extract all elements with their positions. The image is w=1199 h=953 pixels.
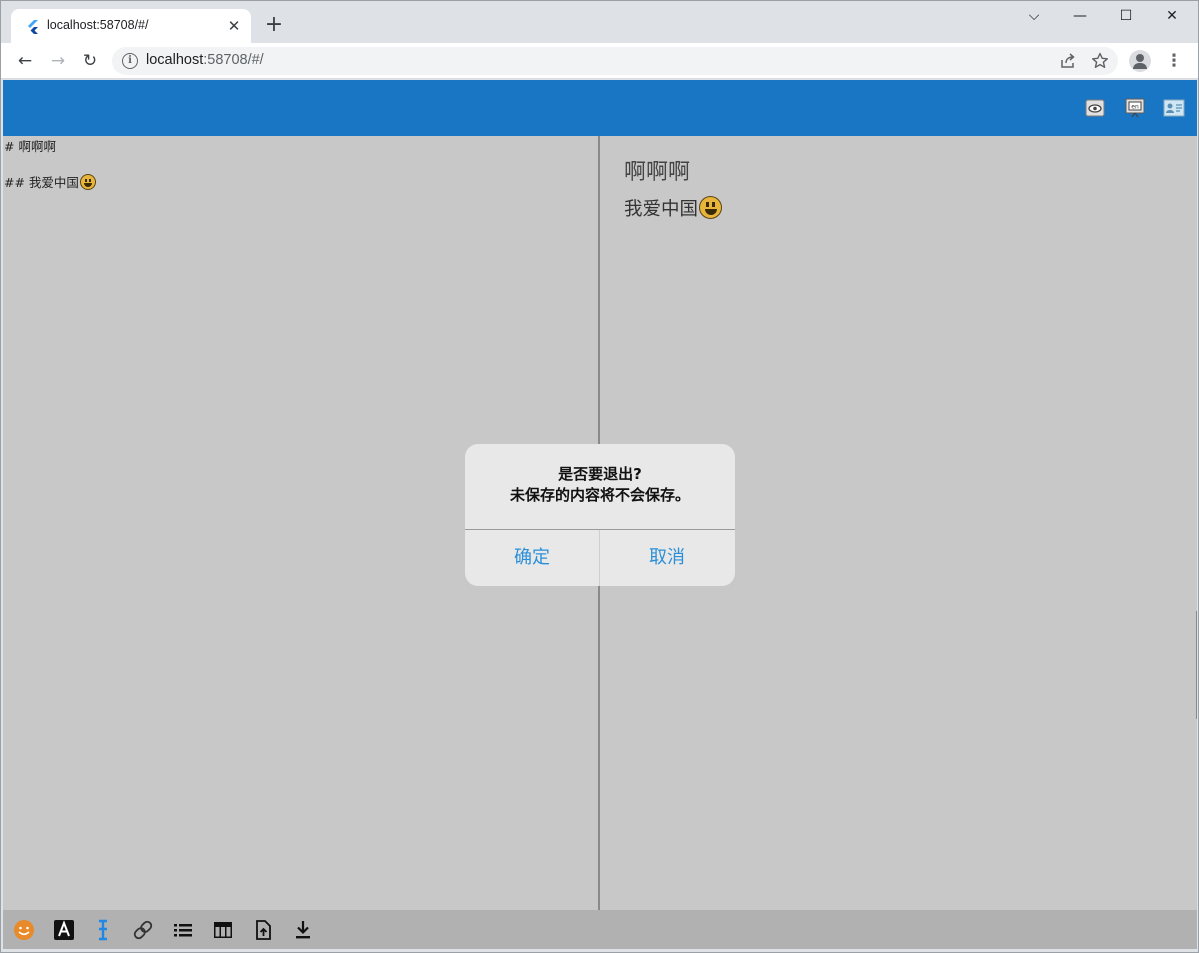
tab-close-icon[interactable]: ✕ <box>225 17 243 35</box>
browser-tab[interactable]: localhost:58708/#/ ✕ <box>11 9 251 43</box>
download-icon[interactable] <box>292 919 314 941</box>
info-icon[interactable]: i <box>122 53 138 69</box>
reload-button[interactable]: ↻ <box>77 48 103 74</box>
back-button[interactable]: ← <box>12 48 38 74</box>
share-icon[interactable] <box>1058 51 1078 71</box>
maximize-button[interactable]: ☐ <box>1103 5 1149 27</box>
menu-icon[interactable]: ⋮ <box>1162 48 1186 74</box>
presentation-icon[interactable]: en <box>1124 97 1146 119</box>
preview-heading-1: 啊啊啊 <box>624 160 691 185</box>
profile-icon[interactable] <box>1129 50 1151 72</box>
tab-search-icon[interactable]: ⌵ <box>1011 5 1057 27</box>
preview-heading-2: 我爱中国 <box>624 195 723 221</box>
file-upload-icon[interactable] <box>252 919 274 941</box>
dialog-title: 是否要退出? <box>558 465 642 483</box>
svg-text:en: en <box>1131 104 1139 111</box>
dialog-subtitle: 未保存的内容将不会保存。 <box>509 486 690 504</box>
new-tab-button[interactable]: + <box>262 14 286 38</box>
browser-toolbar: ← → ↻ i localhost:58708/#/ ⋮ <box>1 43 1198 79</box>
editor-line-1: # 啊啊啊 <box>4 139 56 154</box>
exit-confirm-dialog: 是否要退出? 未保存的内容将不会保存。 确定 取消 <box>465 444 735 586</box>
smiley-emoji-icon <box>699 196 723 219</box>
url-text[interactable]: localhost:58708/#/ <box>146 52 264 68</box>
emoji-icon[interactable] <box>13 919 35 941</box>
cancel-button[interactable]: 取消 <box>600 530 734 586</box>
close-window-button[interactable]: ✕ <box>1149 5 1195 27</box>
font-icon[interactable] <box>53 919 75 941</box>
minimize-button[interactable]: — <box>1057 5 1103 27</box>
flutter-icon <box>28 20 38 34</box>
preview-icon[interactable] <box>1084 97 1106 119</box>
editor-toolbar <box>3 910 1197 949</box>
link-icon[interactable] <box>132 919 154 941</box>
app-bar: en <box>3 80 1197 136</box>
cursor-text-icon[interactable] <box>92 919 114 941</box>
forward-button[interactable]: → <box>45 48 71 74</box>
tab-title: localhost:58708/#/ <box>47 18 149 32</box>
browser-window: localhost:58708/#/ ✕ + ⌵ — ☐ ✕ ← → ↻ i l… <box>0 0 1199 953</box>
dialog-message: 是否要退出? 未保存的内容将不会保存。 <box>465 464 735 506</box>
list-icon[interactable] <box>172 919 194 941</box>
address-bar[interactable]: i localhost:58708/#/ <box>112 47 1118 75</box>
confirm-button[interactable]: 确定 <box>465 530 599 586</box>
tab-strip: localhost:58708/#/ ✕ + ⌵ — ☐ ✕ <box>1 1 1198 43</box>
smiley-emoji-icon <box>79 174 96 190</box>
editor-line-2: ## 我爱中国 <box>4 172 96 191</box>
star-icon[interactable] <box>1090 51 1110 71</box>
contact-card-icon[interactable] <box>1163 97 1185 119</box>
table-icon[interactable] <box>212 919 234 941</box>
